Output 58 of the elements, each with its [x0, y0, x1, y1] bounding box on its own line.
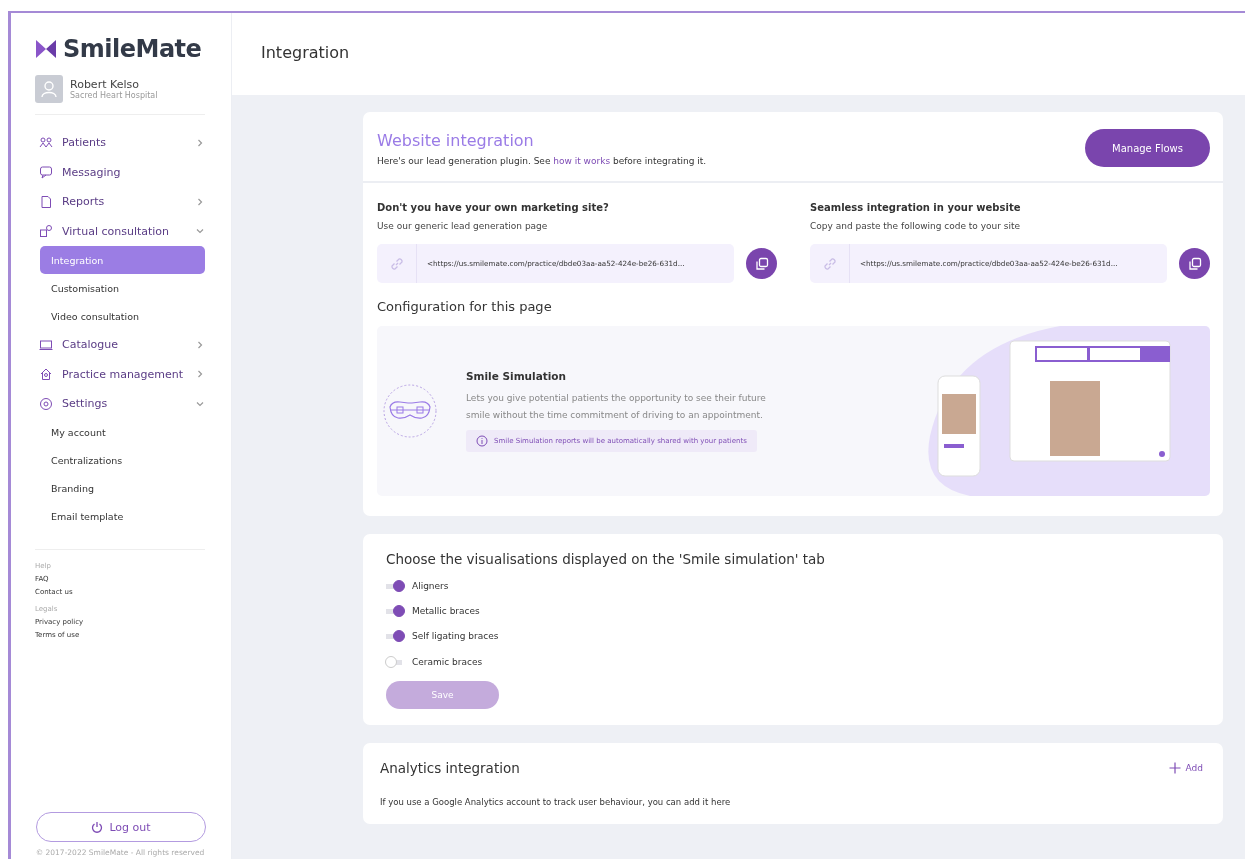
devices-icon — [39, 224, 53, 239]
toggle-switch[interactable] — [386, 580, 404, 591]
option-description: Copy and paste the following code to your site — [810, 221, 1022, 231]
power-icon — [91, 821, 104, 833]
toggle-label: Self ligating braces — [412, 631, 499, 642]
nav-subitem[interactable]: Centralizations — [40, 446, 205, 475]
configuration-title: Configuration for this page — [377, 299, 553, 314]
people-icon — [39, 135, 53, 150]
toggle-switch[interactable] — [386, 656, 404, 667]
toggle-label: Ceramic braces — [412, 656, 483, 667]
option-heading: Seamless integration in your website — [810, 202, 1022, 213]
nav-item[interactable]: Practice management — [35, 359, 205, 389]
document-icon — [39, 194, 53, 209]
user-organization: Sacred Heart Hospital — [70, 91, 158, 100]
chat-icon — [39, 165, 53, 180]
info-icon — [476, 435, 488, 447]
copy-button[interactable] — [1179, 248, 1210, 279]
house-icon — [39, 367, 53, 382]
nav-subitem[interactable]: Customisation — [40, 274, 205, 302]
nav-subitem[interactable]: My account — [40, 418, 205, 447]
nav-item[interactable]: Catalogue — [35, 330, 205, 360]
analytics-description: If you use a Google Analytics account to track user behaviour, you can add it here — [380, 797, 732, 808]
toggle-switch[interactable] — [386, 605, 404, 616]
section-title: Website integration — [377, 130, 535, 150]
option-heading: Don't you have your own marketing site? — [377, 202, 610, 213]
add-button[interactable]: Add — [1168, 762, 1203, 775]
laptop-icon — [39, 337, 53, 352]
user-name: Robert Kelso — [70, 78, 140, 91]
copy-icon — [754, 256, 769, 271]
nav-item[interactable]: Settings — [35, 389, 205, 419]
copy-button[interactable] — [746, 248, 777, 279]
plus-icon — [1168, 762, 1181, 775]
manage-flows-button[interactable]: Manage Flows — [1085, 129, 1210, 167]
feature-title: Smile Simulation — [466, 370, 568, 382]
option-description: Use our generic lead generation page — [377, 221, 549, 231]
card-title: Choose the visualisations displayed on the 'Smile simulation' tab — [386, 551, 826, 567]
logout-button[interactable]: Log out — [36, 812, 206, 842]
nav-item[interactable]: Patients — [35, 128, 205, 158]
nav-subitem[interactable]: Email template — [40, 502, 205, 531]
section-subtitle: Here's our lead generation plugin. See how it works before integrating it. — [377, 155, 707, 166]
logo-icon — [35, 39, 57, 59]
nav-item[interactable]: Messaging — [35, 157, 205, 187]
nav-subitem[interactable]: Branding — [40, 474, 205, 503]
braces-icon — [382, 383, 438, 439]
page-title: Integration — [261, 43, 351, 62]
gear-icon — [39, 396, 53, 411]
nav-item[interactable]: Virtual consultation — [35, 216, 205, 246]
nav-subitem[interactable]: Video consultation — [40, 302, 205, 330]
copy-icon — [1187, 256, 1202, 271]
person-icon — [40, 80, 58, 98]
card-title: Analytics integration — [380, 760, 520, 777]
toggle-label: Metallic braces — [412, 605, 480, 616]
how-it-works-link[interactable]: how it works — [553, 155, 611, 166]
nav-item[interactable]: Reports — [35, 187, 205, 217]
brand-name: SmileMate — [63, 35, 202, 63]
feature-description: Lets you give potential patients the opportunity to see their future smile without the time commitment of driving to an appointment. — [466, 392, 767, 422]
toggle-label: Aligners — [412, 580, 449, 591]
toggle-switch[interactable] — [386, 631, 404, 642]
